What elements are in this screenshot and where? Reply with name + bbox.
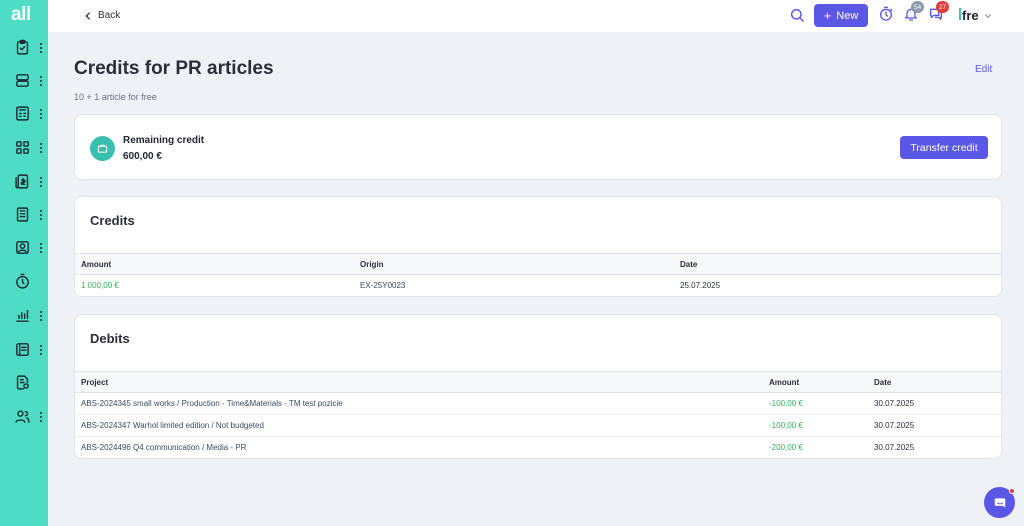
notifications-badge: 54 (911, 1, 924, 13)
sidebar-item-companies[interactable] (0, 202, 48, 228)
debit-amount: -100,00 € (769, 421, 803, 430)
debit-date: 30.07.2025 (874, 421, 915, 430)
sidebar-item-invoices[interactable] (0, 169, 48, 195)
grid-icon (16, 141, 29, 154)
sidebar-item-timesheets[interactable] (0, 269, 48, 295)
debit-date: 30.07.2025 (874, 443, 915, 452)
document-settings-icon (16, 375, 29, 390)
sidebar-item-menu[interactable] (40, 243, 43, 254)
debit-project-link[interactable]: ABS-2024496 Q4 communication / Media - P… (81, 443, 246, 452)
sidebar-item-menu[interactable] (40, 43, 43, 54)
sidebar: all (0, 0, 48, 526)
edit-link[interactable]: Edit (975, 64, 992, 75)
sidebar-item-catalog[interactable] (0, 337, 48, 363)
column-header-origin[interactable]: Origin (360, 260, 384, 269)
remaining-credit-label: Remaining credit (123, 135, 205, 146)
credit-origin-link[interactable]: EX-25Y0023 (360, 281, 405, 290)
sidebar-item-budgets[interactable] (0, 101, 48, 127)
bar-chart-icon (16, 309, 29, 322)
building-icon (16, 207, 29, 222)
sidebar-item-menu[interactable] (40, 345, 43, 356)
brand-name: fre (962, 8, 979, 23)
sidebar-item-menu[interactable] (40, 76, 43, 87)
sidebar-item-menu[interactable] (40, 143, 43, 154)
top-bar: Back + New 54 27 fre (48, 0, 1024, 32)
sidebar-item-dashboard[interactable] (0, 135, 48, 161)
page-subtitle: 10 + 1 article for free (74, 92, 157, 102)
credits-card: Credits Amount Origin Date 1 000,00 € EX… (74, 196, 1002, 297)
sidebar-item-tasks[interactable] (0, 35, 48, 61)
chevron-left-icon (85, 12, 90, 19)
page-title: Credits for PR articles (74, 58, 274, 79)
support-chat-button[interactable] (984, 487, 1015, 518)
messages-button[interactable]: 27 (928, 1, 949, 24)
debit-project-link[interactable]: ABS-2024345 small works / Production - T… (81, 399, 343, 408)
table-row[interactable]: ABS-2024496 Q4 communication / Media - P… (75, 437, 1001, 458)
credits-table-header: Amount Origin Date (75, 253, 1001, 275)
search-icon[interactable] (789, 7, 805, 23)
debit-project-link[interactable]: ABS-2024347 Warhol limited edition / Not… (81, 421, 264, 430)
sidebar-item-menu[interactable] (40, 210, 43, 221)
column-header-date[interactable]: Date (874, 378, 891, 387)
debits-title: Debits (90, 331, 130, 346)
stopwatch-icon (16, 273, 29, 289)
chat-unread-dot (1009, 488, 1015, 494)
book-icon (16, 343, 29, 356)
remaining-credit-value: 600,00 € (123, 151, 162, 162)
sidebar-item-contacts[interactable] (0, 235, 48, 261)
table-row[interactable]: ABS-2024347 Warhol limited edition / Not… (75, 415, 1001, 437)
wallet-icon (90, 136, 115, 161)
debit-date: 30.07.2025 (874, 399, 915, 408)
timer-button[interactable] (878, 6, 896, 24)
sidebar-item-reports[interactable] (0, 303, 48, 329)
debits-card: Debits Project Amount Date ABS-2024345 s… (74, 314, 1002, 459)
table-row[interactable]: ABS-2024345 small works / Production - T… (75, 393, 1001, 415)
debit-amount: -100,00 € (769, 399, 803, 408)
back-button[interactable]: Back (84, 10, 120, 21)
debit-amount: -200,00 € (769, 443, 803, 452)
contact-icon (16, 241, 29, 254)
stopwatch-icon (880, 6, 893, 21)
debits-table-header: Project Amount Date (75, 371, 1001, 393)
chevron-down-icon (984, 13, 991, 18)
column-header-amount[interactable]: Amount (81, 260, 111, 269)
notifications-button[interactable]: 54 (903, 1, 924, 24)
chat-bubble-icon (994, 497, 1005, 508)
messages-badge: 27 (936, 1, 949, 13)
brand-mark (959, 8, 961, 20)
invoice-icon (15, 174, 29, 189)
workspace-switcher[interactable]: fre (959, 8, 992, 23)
new-button-label: New (836, 9, 859, 22)
sidebar-item-menu[interactable] (40, 177, 43, 188)
table-row[interactable]: 1 000,00 € EX-25Y0023 25.07.2025 (75, 275, 1001, 296)
sidebar-item-menu[interactable] (40, 311, 43, 322)
sidebar-item-documents[interactable] (0, 370, 48, 396)
column-header-project[interactable]: Project (81, 378, 108, 387)
plus-icon: + (823, 8, 832, 23)
credit-amount: 1 000,00 € (81, 281, 119, 290)
transfer-credit-button[interactable]: Transfer credit (900, 136, 988, 159)
sidebar-item-menu[interactable] (40, 109, 43, 120)
clipboard-check-icon (16, 39, 29, 55)
sidebar-item-users[interactable] (0, 404, 48, 430)
stack-icon (16, 74, 29, 87)
remaining-credit-card: Remaining credit 600,00 € Transfer credi… (74, 114, 1002, 180)
calculator-icon (16, 106, 29, 121)
column-header-amount[interactable]: Amount (769, 378, 799, 387)
back-label: Back (98, 10, 121, 21)
sidebar-item-menu[interactable] (40, 412, 43, 423)
users-icon (15, 410, 30, 423)
new-button[interactable]: + New (814, 4, 868, 27)
sidebar-item-stack[interactable] (0, 68, 48, 94)
credits-title: Credits (90, 213, 135, 228)
app-logo[interactable]: all (11, 4, 31, 26)
column-header-date[interactable]: Date (680, 260, 697, 269)
credit-date: 25.07.2025 (680, 281, 721, 290)
